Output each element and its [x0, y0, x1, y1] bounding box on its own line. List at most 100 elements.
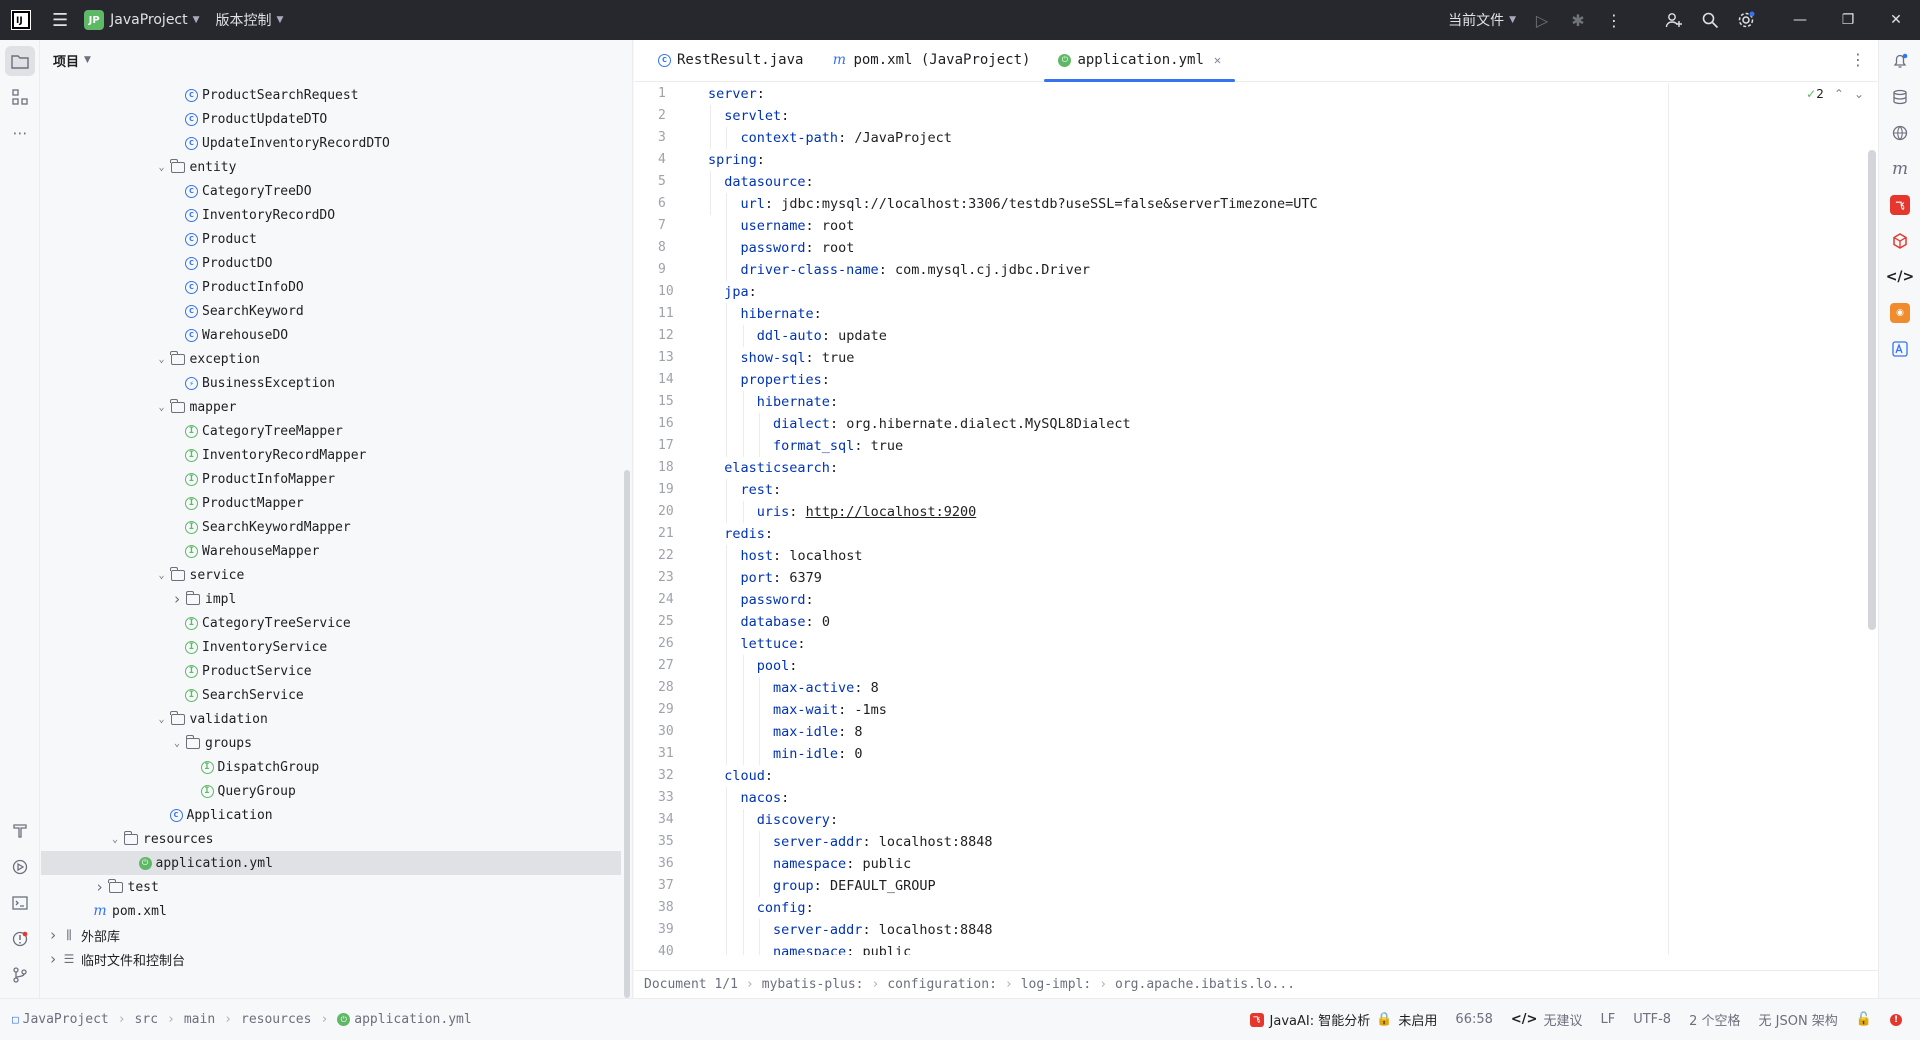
chevron-down-icon[interactable]: ⌄: [154, 162, 170, 173]
tree-item[interactable]: ⌄ mapper: [41, 395, 621, 419]
code-line[interactable]: cloud:: [708, 765, 1318, 787]
chevron-right-icon[interactable]: ›: [45, 926, 61, 944]
code-line[interactable]: driver-class-name: com.mysql.cj.jdbc.Dri…: [708, 259, 1318, 281]
main-menu-button[interactable]: ☰: [44, 6, 76, 34]
tree-item[interactable]: I SearchService: [41, 683, 621, 707]
chevron-right-icon[interactable]: ›: [169, 590, 185, 608]
error-indicator-icon[interactable]: !: [1890, 1013, 1902, 1026]
code-line[interactable]: spring:: [708, 149, 1318, 171]
chevron-right-icon[interactable]: ›: [92, 878, 108, 896]
tree-item[interactable]: I ProductInfoMapper: [41, 467, 621, 491]
restore-button[interactable]: ❐: [1824, 0, 1872, 40]
add-user-icon[interactable]: [1656, 0, 1692, 40]
code-line[interactable]: username: root: [708, 215, 1318, 237]
tree-item[interactable]: c Product: [41, 227, 621, 251]
chevron-down-icon[interactable]: ⌄: [107, 834, 123, 845]
code-line[interactable]: max-idle: 8: [708, 721, 1318, 743]
problems-icon[interactable]: [5, 924, 35, 954]
close-tab-icon[interactable]: ✕: [1214, 53, 1221, 67]
code-line[interactable]: datasource:: [708, 171, 1318, 193]
database-icon[interactable]: [1885, 82, 1915, 112]
notifications-bell-icon[interactable]: [1885, 46, 1915, 76]
editor-tab[interactable]: m pom.xml (JavaProject): [817, 39, 1044, 81]
maven-icon[interactable]: m: [1885, 154, 1915, 184]
code-line[interactable]: properties:: [708, 369, 1318, 391]
caret-position[interactable]: 66:58: [1455, 1012, 1492, 1027]
tree-item[interactable]: ⌄ groups: [41, 731, 621, 755]
code-line[interactable]: format_sql: true: [708, 435, 1318, 457]
chevron-down-icon[interactable]: ⌄: [169, 738, 185, 749]
code-line[interactable]: server-addr: localhost:8848: [708, 919, 1318, 941]
tree-item[interactable]: ⌄ exception: [41, 347, 621, 371]
tree-item[interactable]: ⚡ BusinessException: [41, 371, 621, 395]
code-line[interactable]: hibernate:: [708, 391, 1318, 413]
translate-icon[interactable]: [1885, 334, 1915, 364]
chevron-down-icon[interactable]: ⌄: [154, 402, 170, 413]
tree-item[interactable]: I ProductMapper: [41, 491, 621, 515]
code-line[interactable]: max-wait: -1ms: [708, 699, 1318, 721]
more-actions-icon[interactable]: ⋮: [1596, 0, 1632, 40]
code-line[interactable]: discovery:: [708, 809, 1318, 831]
services-icon[interactable]: [5, 852, 35, 882]
run-config-selector[interactable]: 当前文件 ▼: [1440, 6, 1524, 34]
git-branch-icon[interactable]: [5, 960, 35, 990]
tree-item[interactable]: c ProductDO: [41, 251, 621, 275]
tree-item[interactable]: I CategoryTreeService: [41, 611, 621, 635]
vcs-menu[interactable]: 版本控制 ▼: [208, 6, 292, 34]
tree-item[interactable]: ⏻ application.yml: [41, 851, 621, 875]
tree-item[interactable]: › test: [41, 875, 621, 899]
tree-item[interactable]: ⌄ validation: [41, 707, 621, 731]
tree-item[interactable]: c SearchKeyword: [41, 299, 621, 323]
ai-plugin-icon[interactable]: ◉: [1885, 298, 1915, 328]
tree-item[interactable]: › ☰ 临时文件和控制台: [41, 947, 621, 971]
tree-item[interactable]: I DispatchGroup: [41, 755, 621, 779]
tree-item[interactable]: c Application: [41, 803, 621, 827]
code-line[interactable]: min-idle: 0: [708, 743, 1318, 765]
breadcrumb-item[interactable]: log-impl:: [1021, 977, 1091, 992]
minimize-button[interactable]: —: [1776, 0, 1824, 40]
debug-icon[interactable]: ✱: [1560, 0, 1596, 40]
tree-item[interactable]: I WarehouseMapper: [41, 539, 621, 563]
tree-item[interactable]: I InventoryService: [41, 635, 621, 659]
code-line[interactable]: port: 6379: [708, 567, 1318, 589]
inspection-widget[interactable]: ✓2 ⌃ ⌄: [1806, 87, 1864, 101]
code-line[interactable]: ddl-auto: update: [708, 325, 1318, 347]
code-line[interactable]: password:: [708, 589, 1318, 611]
plugin-cube-icon[interactable]: [1885, 226, 1915, 256]
code-line[interactable]: uris: http://localhost:9200: [708, 501, 1318, 523]
file-encoding[interactable]: UTF-8: [1633, 1012, 1671, 1027]
code-line[interactable]: namespace: public: [708, 853, 1318, 875]
code-line[interactable]: server-addr: localhost:8848: [708, 831, 1318, 853]
project-tool-folder-icon[interactable]: [5, 46, 35, 76]
chevron-up-icon[interactable]: ⌃: [1834, 87, 1844, 101]
status-path-item[interactable]: src: [135, 1012, 158, 1027]
tree-item[interactable]: › impl: [41, 587, 621, 611]
tree-item[interactable]: c WarehouseDO: [41, 323, 621, 347]
tree-item[interactable]: ⌄ service: [41, 563, 621, 587]
suggestion-status[interactable]: </> 无建议: [1511, 1010, 1583, 1029]
code-line[interactable]: host: localhost: [708, 545, 1318, 567]
editor-tab[interactable]: c RestResult.java: [644, 39, 817, 81]
close-window-button[interactable]: ✕: [1872, 0, 1920, 40]
tree-item[interactable]: ⌄ entity: [41, 155, 621, 179]
code-line[interactable]: jpa:: [708, 281, 1318, 303]
code-line[interactable]: namespace: public: [708, 941, 1318, 955]
code-line[interactable]: servlet:: [708, 105, 1318, 127]
tree-item[interactable]: I InventoryRecordMapper: [41, 443, 621, 467]
project-switcher[interactable]: JP JavaProject ▼: [76, 6, 207, 34]
code-assistant-icon[interactable]: </>: [1885, 262, 1915, 292]
javaai-status[interactable]: 飞 JavaAI: 智能分析 🔒 未启用: [1249, 1010, 1437, 1029]
code-line[interactable]: dialect: org.hibernate.dialect.MySQL8Dia…: [708, 413, 1318, 435]
code-line[interactable]: config:: [708, 897, 1318, 919]
status-path-item[interactable]: JavaProject: [23, 1012, 109, 1027]
code-line[interactable]: lettuce:: [708, 633, 1318, 655]
code-line[interactable]: group: DEFAULT_GROUP: [708, 875, 1318, 897]
code-line[interactable]: show-sql: true: [708, 347, 1318, 369]
yaml-url-value[interactable]: http://localhost:9200: [806, 504, 977, 520]
structure-icon[interactable]: [5, 82, 35, 112]
tree-item[interactable]: I ProductService: [41, 659, 621, 683]
tree-item[interactable]: c ProductSearchRequest: [41, 83, 621, 107]
status-path-item[interactable]: application.yml: [354, 1012, 471, 1027]
code-area[interactable]: 1 2 3 4 5 6 7 8 9 10 11 12 13 14 15 16 17 18 19 20 21 22 23 24 2…: [634, 83, 1878, 955]
search-icon[interactable]: [1692, 0, 1728, 40]
